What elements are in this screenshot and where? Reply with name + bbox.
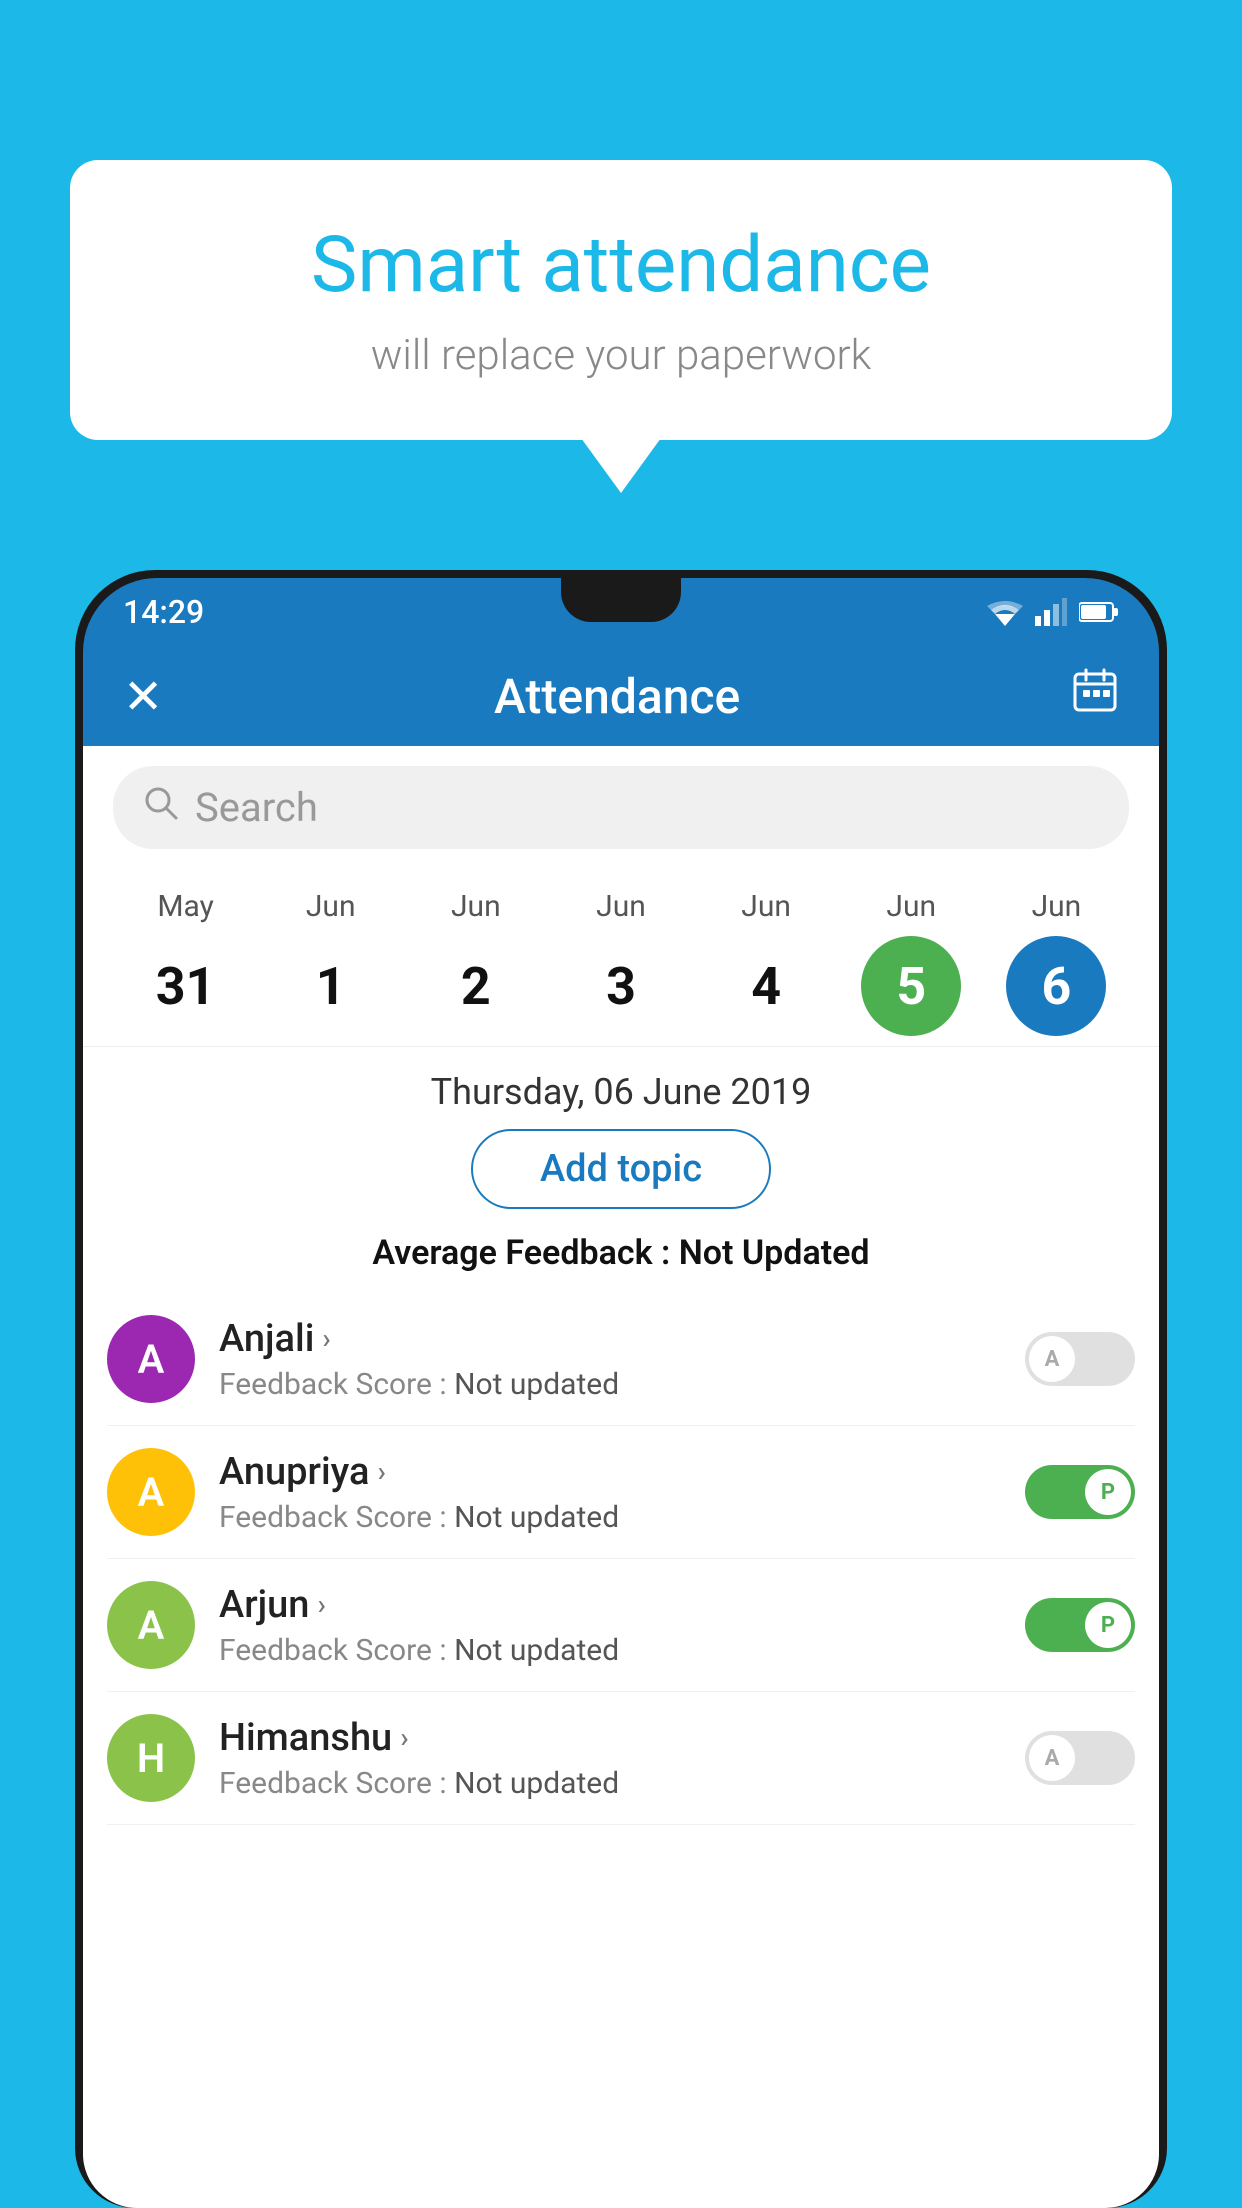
- phone-frame: 14:29: [75, 570, 1167, 2208]
- calendar-day-4[interactable]: Jun 4: [701, 889, 831, 1036]
- toggle-knob-1: P: [1085, 1469, 1131, 1515]
- avg-feedback: Average Feedback : Not Updated: [83, 1233, 1159, 1273]
- status-icons: [987, 598, 1119, 626]
- calendar-day-5[interactable]: Jun 5: [846, 889, 976, 1036]
- toggle-2[interactable]: P: [1025, 1598, 1135, 1652]
- wifi-icon: [987, 598, 1023, 626]
- cal-month-4: Jun: [741, 889, 791, 924]
- student-name-1[interactable]: Anupriya›: [219, 1450, 1001, 1494]
- search-bar-section: Search: [83, 746, 1159, 869]
- app-bar-title: Attendance: [494, 668, 740, 725]
- student-name-0[interactable]: Anjali›: [219, 1317, 1001, 1361]
- bubble-tail: [581, 438, 661, 493]
- student-info-0: Anjali› Feedback Score : Not updated: [219, 1317, 1001, 1402]
- toggle-knob-0: A: [1029, 1336, 1075, 1382]
- calendar-icon[interactable]: [1071, 666, 1119, 726]
- cal-month-0: May: [157, 889, 213, 924]
- name-text-0: Anjali: [219, 1317, 314, 1361]
- feedback-score-1: Feedback Score : Not updated: [219, 1500, 1001, 1535]
- calendar-day-3[interactable]: Jun 3: [556, 889, 686, 1036]
- cal-month-1: Jun: [306, 889, 356, 924]
- toggle-knob-3: A: [1029, 1735, 1075, 1781]
- avatar-0: A: [107, 1315, 195, 1403]
- notch: [561, 578, 681, 622]
- phone-inner: 14:29: [83, 578, 1159, 2208]
- student-item-2: A Arjun› Feedback Score : Not updated P: [107, 1559, 1135, 1692]
- close-button[interactable]: ✕: [123, 668, 163, 725]
- toggle-3[interactable]: A: [1025, 1731, 1135, 1785]
- add-topic-button[interactable]: Add topic: [471, 1129, 771, 1209]
- cal-month-3: Jun: [596, 889, 646, 924]
- student-info-2: Arjun› Feedback Score : Not updated: [219, 1583, 1001, 1668]
- cal-date-4: 4: [716, 936, 816, 1036]
- calendar-day-2[interactable]: Jun 2: [411, 889, 541, 1036]
- name-text-2: Arjun: [219, 1583, 309, 1627]
- student-list: AAnjali›Feedback Score : Not updatedAAAn…: [83, 1293, 1159, 1825]
- cal-month-5: Jun: [886, 889, 936, 924]
- student-name-2[interactable]: Arjun›: [219, 1583, 1001, 1627]
- calendar-day-6[interactable]: Jun 6: [991, 889, 1121, 1036]
- search-icon: [143, 785, 179, 830]
- name-text-1: Anupriya: [219, 1450, 369, 1494]
- battery-icon: [1079, 600, 1119, 624]
- chevron-icon-0: ›: [322, 1322, 330, 1355]
- student-info-1: Anupriya› Feedback Score : Not updated: [219, 1450, 1001, 1535]
- toggle-wrapper-2[interactable]: P: [1025, 1598, 1135, 1652]
- feedback-score-2: Feedback Score : Not updated: [219, 1633, 1001, 1668]
- avatar-2: A: [107, 1581, 195, 1669]
- bubble-title: Smart attendance: [150, 220, 1092, 311]
- search-input-wrapper[interactable]: Search: [113, 766, 1129, 849]
- chevron-icon-1: ›: [377, 1455, 385, 1488]
- avg-feedback-value: Not Updated: [679, 1233, 870, 1273]
- status-time: 14:29: [123, 593, 204, 631]
- calendar-strip: May 31 Jun 1 Jun 2 Jun 3 Jun 4 Jun 5 Jun 6: [83, 869, 1159, 1047]
- calendar-day-0[interactable]: May 31: [121, 889, 251, 1036]
- cal-month-2: Jun: [451, 889, 501, 924]
- bubble-subtitle: will replace your paperwork: [150, 331, 1092, 380]
- cal-date-5: 5: [861, 936, 961, 1036]
- cal-date-1: 1: [281, 936, 381, 1036]
- speech-bubble-section: Smart attendance will replace your paper…: [70, 160, 1172, 493]
- cal-month-6: Jun: [1032, 889, 1082, 924]
- screen-content: Search May 31 Jun 1 Jun 2 Jun 3 Jun 4 Jun 5 Jun 6 Thu…: [83, 746, 1159, 2208]
- student-item-0: A Anjali› Feedback Score : Not updated A: [107, 1293, 1135, 1426]
- toggle-wrapper-1[interactable]: P: [1025, 1465, 1135, 1519]
- name-text-3: Himanshu: [219, 1716, 392, 1760]
- signal-icon: [1035, 598, 1067, 626]
- app-bar: ✕ Attendance: [83, 646, 1159, 746]
- avatar-1: A: [107, 1448, 195, 1536]
- toggle-1[interactable]: P: [1025, 1465, 1135, 1519]
- calendar-day-1[interactable]: Jun 1: [266, 889, 396, 1036]
- selected-date: Thursday, 06 June 2019: [83, 1047, 1159, 1129]
- chevron-icon-2: ›: [317, 1588, 325, 1621]
- add-topic-label: Add topic: [540, 1147, 702, 1191]
- toggle-0[interactable]: A: [1025, 1332, 1135, 1386]
- chevron-icon-3: ›: [400, 1721, 408, 1754]
- cal-date-2: 2: [426, 936, 526, 1036]
- cal-date-3: 3: [571, 936, 671, 1036]
- avg-feedback-label: Average Feedback :: [372, 1233, 670, 1273]
- cal-date-6: 6: [1006, 936, 1106, 1036]
- student-info-3: Himanshu› Feedback Score : Not updated: [219, 1716, 1001, 1801]
- student-name-3[interactable]: Himanshu›: [219, 1716, 1001, 1760]
- toggle-wrapper-3[interactable]: A: [1025, 1731, 1135, 1785]
- avatar-3: H: [107, 1714, 195, 1802]
- cal-date-0: 31: [136, 936, 236, 1036]
- search-placeholder: Search: [195, 784, 318, 831]
- toggle-knob-2: P: [1085, 1602, 1131, 1648]
- student-item-1: A Anupriya› Feedback Score : Not updated P: [107, 1426, 1135, 1559]
- speech-bubble: Smart attendance will replace your paper…: [70, 160, 1172, 440]
- toggle-wrapper-0[interactable]: A: [1025, 1332, 1135, 1386]
- status-bar: 14:29: [83, 578, 1159, 646]
- feedback-score-0: Feedback Score : Not updated: [219, 1367, 1001, 1402]
- feedback-score-3: Feedback Score : Not updated: [219, 1766, 1001, 1801]
- student-item-3: H Himanshu› Feedback Score : Not updated A: [107, 1692, 1135, 1825]
